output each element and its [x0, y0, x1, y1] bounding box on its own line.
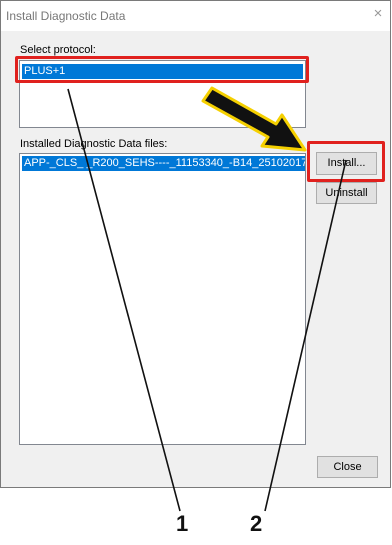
annotation-overlay: [67, 86, 347, 512]
callout-line-2: [264, 159, 347, 512]
callout-line-1: [67, 88, 181, 512]
callout-label-2: 2: [250, 511, 263, 536]
callout-label-1: 1: [176, 511, 189, 536]
arrow-icon: [201, 86, 307, 152]
